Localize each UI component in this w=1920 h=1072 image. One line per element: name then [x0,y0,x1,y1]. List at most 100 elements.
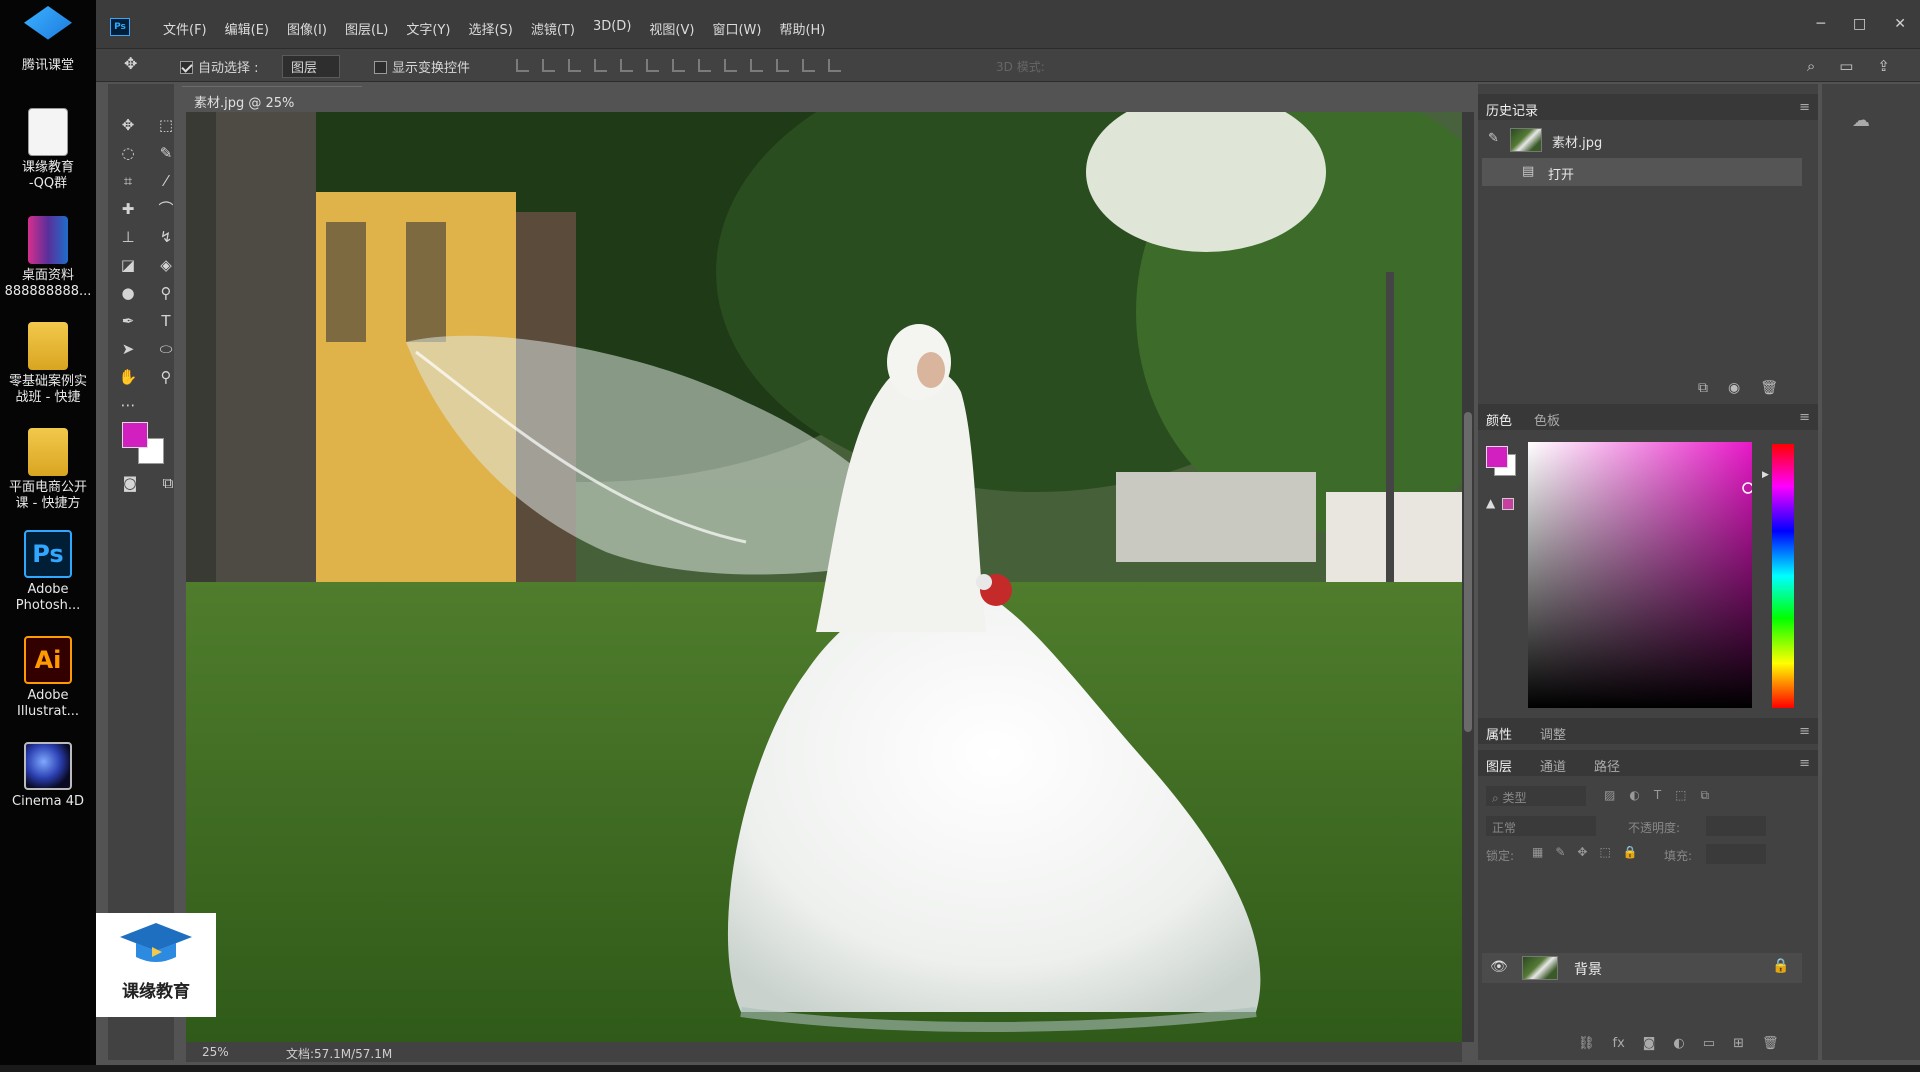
lock-position-icon[interactable]: ✥ [1577,845,1587,859]
desktop-icon-desktop-data[interactable]: 桌面资料 888888888... [0,216,96,300]
new-group-icon[interactable]: ▭ [1703,1036,1715,1051]
trash-icon[interactable]: 🗑 [1760,380,1778,396]
eraser-tool-icon[interactable]: ◪ [114,254,142,276]
close-button[interactable]: ✕ [1894,16,1906,32]
auto-select-target-dropdown[interactable]: 图层 [282,55,341,78]
stamp-tool-icon[interactable]: ⊥ [114,226,142,248]
adjustment-layer-icon[interactable]: ◐ [1673,1036,1684,1051]
tab-paths[interactable]: 路径 [1594,756,1620,775]
align-right-icon[interactable] [646,59,659,72]
opacity-field[interactable] [1706,816,1766,836]
share-icon[interactable]: ⇪ [1877,57,1890,75]
shape-filter-icon[interactable]: ⬚ [1675,788,1686,803]
marquee-tool-icon[interactable]: ⬚ [152,114,180,136]
quick-mask-icon[interactable]: ◙ [116,472,144,494]
distribute-bottom-icon[interactable] [724,59,737,72]
menu-view[interactable]: 视图(V) [640,19,703,38]
dodge-tool-icon[interactable]: ⚲ [152,282,180,304]
layer-filter-dropdown[interactable]: ⌕ 类型 [1486,786,1586,806]
crop-tool-icon[interactable]: ⌗ [114,170,142,192]
hand-tool-icon[interactable]: ✋ [114,366,142,388]
tab-color[interactable]: 颜色 [1486,410,1512,429]
gamut-color-chip[interactable] [1502,498,1514,510]
show-transform-checkbox[interactable] [374,61,387,74]
tab-history[interactable]: 历史记录 [1486,100,1538,119]
link-layers-icon[interactable]: ⛓ [1578,1036,1595,1051]
blur-tool-icon[interactable]: ● [114,282,142,304]
lock-image-icon[interactable]: ✎ [1555,845,1565,859]
blend-mode-dropdown[interactable]: 正常 [1486,816,1596,836]
auto-align-icon[interactable] [828,59,841,72]
history-snapshot-row[interactable]: ✎ 素材.jpg [1482,126,1802,154]
desktop-icon-tencent-classroom[interactable]: 腾讯课堂 [0,6,96,74]
menu-type[interactable]: 文字(Y) [397,19,459,38]
new-layer-icon[interactable]: ⊞ [1733,1036,1744,1051]
move-tool-icon[interactable]: ✥ [124,54,137,73]
zoom-level[interactable]: 25% [202,1045,229,1059]
tab-layers[interactable]: 图层 [1486,756,1512,775]
adjustment-filter-icon[interactable]: ◐ [1629,788,1639,803]
desktop-icon-ecommerce-course[interactable]: 平面电商公开 课 - 快捷方 [0,428,96,512]
menu-window[interactable]: 窗口(W) [703,19,770,38]
align-bottom-icon[interactable] [568,59,581,72]
panel-menu-icon[interactable]: ≡ [1799,100,1810,115]
distribute-left-icon[interactable] [750,59,763,72]
distribute-middle-icon[interactable] [698,59,711,72]
panel-menu-icon[interactable]: ≡ [1799,410,1810,425]
minimize-button[interactable]: ─ [1817,16,1825,32]
desktop-icon-illustrator[interactable]: Ai Adobe Illustrat... [0,636,96,720]
screen-mode-icon[interactable]: ⧉ [154,472,182,494]
smart-object-filter-icon[interactable]: ⧉ [1701,788,1710,803]
more-tools-icon[interactable]: ⋯ [114,394,142,416]
hue-slider-handle-icon[interactable]: ▶ [1762,470,1769,480]
tab-channels[interactable]: 通道 [1540,756,1566,775]
desktop-icon-photoshop[interactable]: Ps Adobe Photosh... [0,530,96,614]
panel-menu-icon[interactable]: ≡ [1799,724,1810,739]
type-tool-icon[interactable]: T [152,310,180,332]
eye-visibility-icon[interactable]: 👁 [1490,959,1508,975]
align-middle-icon[interactable] [542,59,555,72]
menu-edit[interactable]: 编辑(E) [216,19,278,38]
delete-layer-icon[interactable]: 🗑 [1762,1036,1779,1051]
menu-layer[interactable]: 图层(L) [336,19,397,38]
camera-icon[interactable]: ◉ [1728,380,1740,396]
layer-row[interactable]: 👁 背景 🔒 [1482,953,1802,983]
hue-slider[interactable] [1772,444,1794,708]
add-mask-icon[interactable]: ◙ [1643,1036,1656,1051]
align-top-icon[interactable] [516,59,529,72]
distribute-right-icon[interactable] [802,59,815,72]
scrollbar-thumb[interactable] [1464,412,1472,732]
desktop-icon-cinema4d[interactable]: Cinema 4D [0,742,96,810]
foreground-color-swatch[interactable] [122,422,148,448]
desktop-icon-qq-group[interactable]: 课缘教育 -QQ群 [0,108,96,192]
distribute-center-icon[interactable] [776,59,789,72]
document-canvas[interactable] [186,112,1462,1042]
menu-select[interactable]: 选择(S) [459,19,521,38]
healing-tool-icon[interactable]: ✚ [114,198,142,220]
search-icon[interactable]: ⌕ [1807,57,1815,75]
show-transform-option[interactable]: 显示变换控件 [374,57,470,76]
history-step-row[interactable]: ▤ 打开 [1482,158,1802,186]
lock-artboard-icon[interactable]: ⬚ [1599,845,1610,859]
color-field[interactable] [1528,442,1752,708]
canvas-vertical-scrollbar[interactable] [1462,112,1474,1042]
align-center-icon[interactable] [620,59,633,72]
layer-style-icon[interactable]: fx [1613,1036,1625,1051]
foreground-color-chip[interactable] [1486,446,1508,468]
tab-adjustments[interactable]: 调整 [1540,724,1566,743]
auto-select-checkbox[interactable] [180,61,193,74]
history-brush-tool-icon[interactable]: ↯ [152,226,180,248]
paint-bucket-tool-icon[interactable]: ◈ [152,254,180,276]
history-brush-source-icon[interactable]: ✎ [1488,131,1499,146]
fill-field[interactable] [1706,844,1766,864]
brush-tool-icon[interactable]: ⌒ [152,198,180,220]
move-tool-icon[interactable]: ✥ [114,114,142,136]
new-document-from-state-icon[interactable]: ⧉ [1698,380,1708,396]
menu-file[interactable]: 文件(F) [154,19,216,38]
zoom-tool-icon[interactable]: ⚲ [152,366,180,388]
quick-select-tool-icon[interactable]: ✎ [152,142,180,164]
path-select-tool-icon[interactable]: ➤ [114,338,142,360]
menu-filter[interactable]: 滤镜(T) [522,19,584,38]
desktop-icon-practice-course[interactable]: 零基础案例实 战班 - 快捷 [0,322,96,406]
distribute-top-icon[interactable] [672,59,685,72]
